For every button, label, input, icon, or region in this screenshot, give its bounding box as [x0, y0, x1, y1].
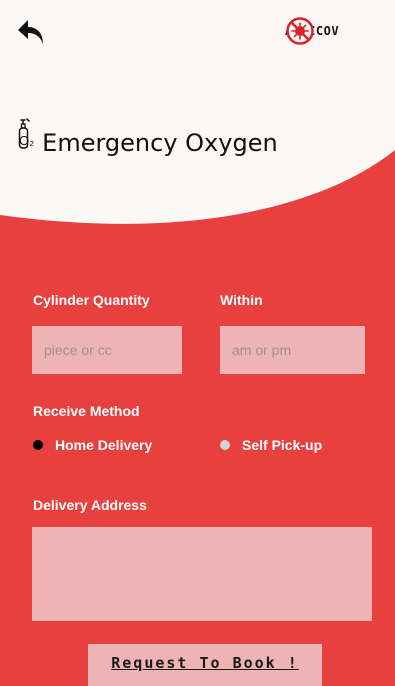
request-to-book-button[interactable]: Request To Book ! — [88, 644, 322, 686]
header-area: ANTICOV O₂ Emergency Oxygen — [0, 0, 395, 240]
within-input[interactable] — [220, 326, 365, 374]
within-label: Within — [220, 292, 263, 308]
page-title-row: O₂ Emergency Oxygen — [18, 118, 278, 168]
receive-method-label: Receive Method — [33, 403, 140, 419]
home-delivery-option[interactable]: Home Delivery — [33, 437, 152, 453]
home-delivery-label: Home Delivery — [55, 437, 153, 453]
self-pickup-label: Self Pick-up — [242, 437, 323, 453]
radio-selected-icon — [33, 440, 43, 450]
virus-prohibited-icon — [286, 17, 314, 45]
page-title: Emergency Oxygen — [42, 129, 278, 157]
oxygen-cylinder-icon: O₂ — [18, 118, 34, 154]
back-button[interactable] — [16, 18, 46, 46]
delivery-address-label: Delivery Address — [33, 497, 147, 513]
quantity-input[interactable] — [32, 326, 182, 374]
back-arrow-icon — [18, 20, 43, 44]
self-pickup-option[interactable]: Self Pick-up — [220, 437, 322, 453]
brand-logo: ANTICOV — [285, 16, 339, 46]
delivery-address-input[interactable] — [32, 527, 372, 621]
radio-unselected-icon — [220, 440, 230, 450]
quantity-label: Cylinder Quantity — [33, 292, 150, 308]
